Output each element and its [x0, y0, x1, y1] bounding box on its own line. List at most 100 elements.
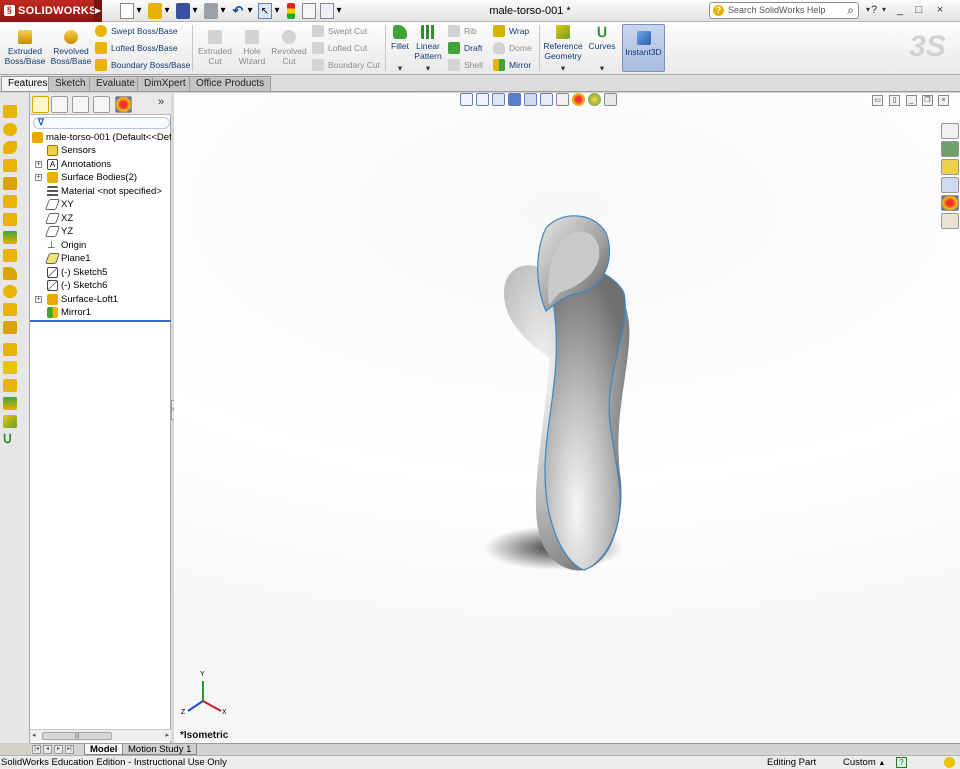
minimize-button[interactable]: _ — [892, 2, 908, 18]
status-indicator-icon[interactable] — [944, 757, 955, 768]
expand-icon[interactable]: + — [35, 296, 42, 303]
revolved-boss-button[interactable]: Revolved Boss/Base — [49, 30, 93, 66]
undo-dropdown-icon[interactable]: ▾ — [246, 3, 254, 19]
dimxpert-manager-tab-icon[interactable] — [93, 96, 110, 113]
thicken-tool-icon[interactable] — [3, 213, 17, 226]
new-dropdown-icon[interactable]: ▾ — [135, 3, 143, 19]
propertymanager-tab-icon[interactable] — [51, 96, 68, 113]
fillet-button[interactable]: Fillet — [387, 25, 413, 51]
tab-dimxpert[interactable]: DimXpert — [137, 76, 193, 91]
options-icon[interactable] — [320, 3, 334, 19]
fillet-tool-icon[interactable] — [3, 231, 17, 244]
revolved-cut-button[interactable]: Revolved Cut — [269, 30, 309, 66]
lofted-cut-button[interactable]: Lofted Cut — [312, 41, 367, 55]
curves-tool-icon[interactable]: ᑌ — [3, 433, 17, 446]
options-dropdown-icon[interactable]: ▾ — [335, 3, 343, 19]
print-dropdown-icon[interactable]: ▾ — [219, 3, 227, 19]
draft-button[interactable]: Draft — [448, 41, 482, 55]
last-tab-icon[interactable]: ▸| — [65, 745, 74, 754]
select-pointer-icon[interactable]: ↖ — [258, 3, 272, 19]
plane-tool-icon[interactable] — [3, 379, 17, 392]
expand-icon[interactable]: + — [35, 174, 42, 181]
save-dropdown-icon[interactable]: ▾ — [191, 3, 199, 19]
dome-button[interactable]: Dome — [493, 41, 532, 55]
file-properties-icon[interactable] — [302, 3, 316, 19]
featuremanager-tab-icon[interactable] — [32, 96, 49, 113]
revolve-tool-icon[interactable] — [3, 123, 17, 136]
mirror-tool-icon[interactable] — [3, 361, 17, 374]
swept-boss-button[interactable]: Swept Boss/Base — [95, 24, 178, 38]
undo-icon[interactable]: ↶ — [231, 3, 245, 19]
mirror-button[interactable]: Mirror — [493, 58, 531, 72]
expand-panel-icon[interactable]: » — [158, 96, 164, 108]
cut-tool-icon[interactable] — [3, 195, 17, 208]
curves-dropdown-icon[interactable]: ▾ — [597, 63, 607, 73]
menu-expand-arrow[interactable]: ▶ — [94, 0, 102, 22]
open-dropdown-icon[interactable]: ▾ — [163, 3, 171, 19]
help-button[interactable]: ? — [868, 2, 880, 18]
maximize-button[interactable]: □ — [911, 2, 927, 18]
prev-tab-icon[interactable]: ◂ — [43, 745, 52, 754]
open-folder-icon[interactable] — [148, 3, 162, 19]
reference-geometry-dropdown-icon[interactable]: ▾ — [558, 63, 568, 73]
help-dropdown-icon[interactable]: ▾ — [880, 2, 888, 18]
select-dropdown-icon[interactable]: ▾ — [273, 3, 281, 19]
shell-button[interactable]: Shell — [448, 58, 483, 72]
display-manager-tab-icon[interactable] — [115, 96, 132, 113]
help-search-input[interactable]: ? Search SolidWorks Help ⌕ — [709, 2, 859, 19]
shell-tool-icon[interactable] — [3, 285, 17, 298]
print-icon[interactable] — [204, 3, 218, 19]
rib-button[interactable]: Rib — [448, 24, 477, 38]
tab-office-products[interactable]: Office Products — [189, 76, 272, 91]
solidworks-menu-button[interactable]: § SOLIDWORKS — [0, 0, 96, 22]
new-document-icon[interactable] — [120, 3, 134, 19]
tab-model[interactable]: Model — [84, 744, 124, 755]
axis-tool-icon[interactable] — [3, 397, 17, 410]
lofted-boss-button[interactable]: Lofted Boss/Base — [95, 41, 178, 55]
next-tab-icon[interactable]: ▸ — [54, 745, 63, 754]
extruded-boss-button[interactable]: Extruded Boss/Base — [3, 30, 47, 66]
magnifier-icon[interactable]: ⌕ — [847, 3, 854, 18]
hole-wizard-button[interactable]: Hole Wizard — [234, 30, 270, 66]
tab-evaluate[interactable]: Evaluate — [89, 76, 142, 91]
scroll-right-icon[interactable]: ▸ — [165, 731, 169, 739]
wrap-tool-icon[interactable] — [3, 303, 17, 316]
scroll-left-icon[interactable]: ◂ — [32, 731, 36, 739]
reference-geometry-tool-icon[interactable] — [3, 415, 17, 428]
extrude-tool-icon[interactable] — [3, 105, 17, 118]
units-selector[interactable]: Custom ▲ — [843, 756, 885, 769]
boundary-boss-button[interactable]: Boundary Boss/Base — [95, 58, 190, 72]
tab-sketch[interactable]: Sketch — [48, 76, 93, 91]
curves-button[interactable]: ᑌ Curves — [586, 25, 618, 51]
loft-tool-icon[interactable] — [3, 159, 17, 172]
scroll-thumb[interactable]: ||| — [42, 732, 112, 740]
configurationmanager-tab-icon[interactable] — [72, 96, 89, 113]
graphics-area[interactable]: ▭ ▯ _ ❐ × Y X Z *Isometric — [174, 93, 960, 743]
extruded-cut-button[interactable]: Extruded Cut — [195, 30, 235, 66]
rebuild-icon[interactable] — [287, 3, 295, 19]
rib-tool-icon[interactable] — [3, 321, 17, 334]
sweep-tool-icon[interactable] — [3, 141, 17, 154]
torso-model[interactable] — [174, 93, 960, 743]
close-button[interactable]: × — [932, 2, 948, 18]
rollback-bar[interactable] — [30, 320, 171, 322]
tree-filter-input[interactable]: ∇ — [33, 117, 170, 129]
boundary-cut-button[interactable]: Boundary Cut — [312, 58, 380, 72]
wrap-button[interactable]: Wrap — [493, 24, 529, 38]
linear-pattern-button[interactable]: Linear Pattern — [413, 25, 443, 61]
save-icon[interactable] — [176, 3, 190, 19]
tab-features[interactable]: Features — [1, 76, 55, 91]
expand-icon[interactable]: + — [35, 161, 42, 168]
instant3d-button[interactable]: Instant3D — [622, 24, 665, 72]
first-tab-icon[interactable]: |◂ — [32, 745, 41, 754]
tree-horizontal-scrollbar[interactable]: ◂ ||| ▸ — [30, 729, 171, 741]
dome-tool-icon[interactable] — [3, 267, 17, 280]
fillet-dropdown-icon[interactable]: ▾ — [395, 63, 405, 73]
pattern-tool-icon[interactable] — [3, 343, 17, 356]
quick-tips-icon[interactable]: ? — [896, 757, 907, 768]
swept-cut-button[interactable]: Swept Cut — [312, 24, 367, 38]
boundary-tool-icon[interactable] — [3, 177, 17, 190]
pattern-dropdown-icon[interactable]: ▾ — [423, 63, 433, 73]
reference-geometry-button[interactable]: Reference Geometry — [541, 25, 585, 61]
chamfer-tool-icon[interactable] — [3, 249, 17, 262]
